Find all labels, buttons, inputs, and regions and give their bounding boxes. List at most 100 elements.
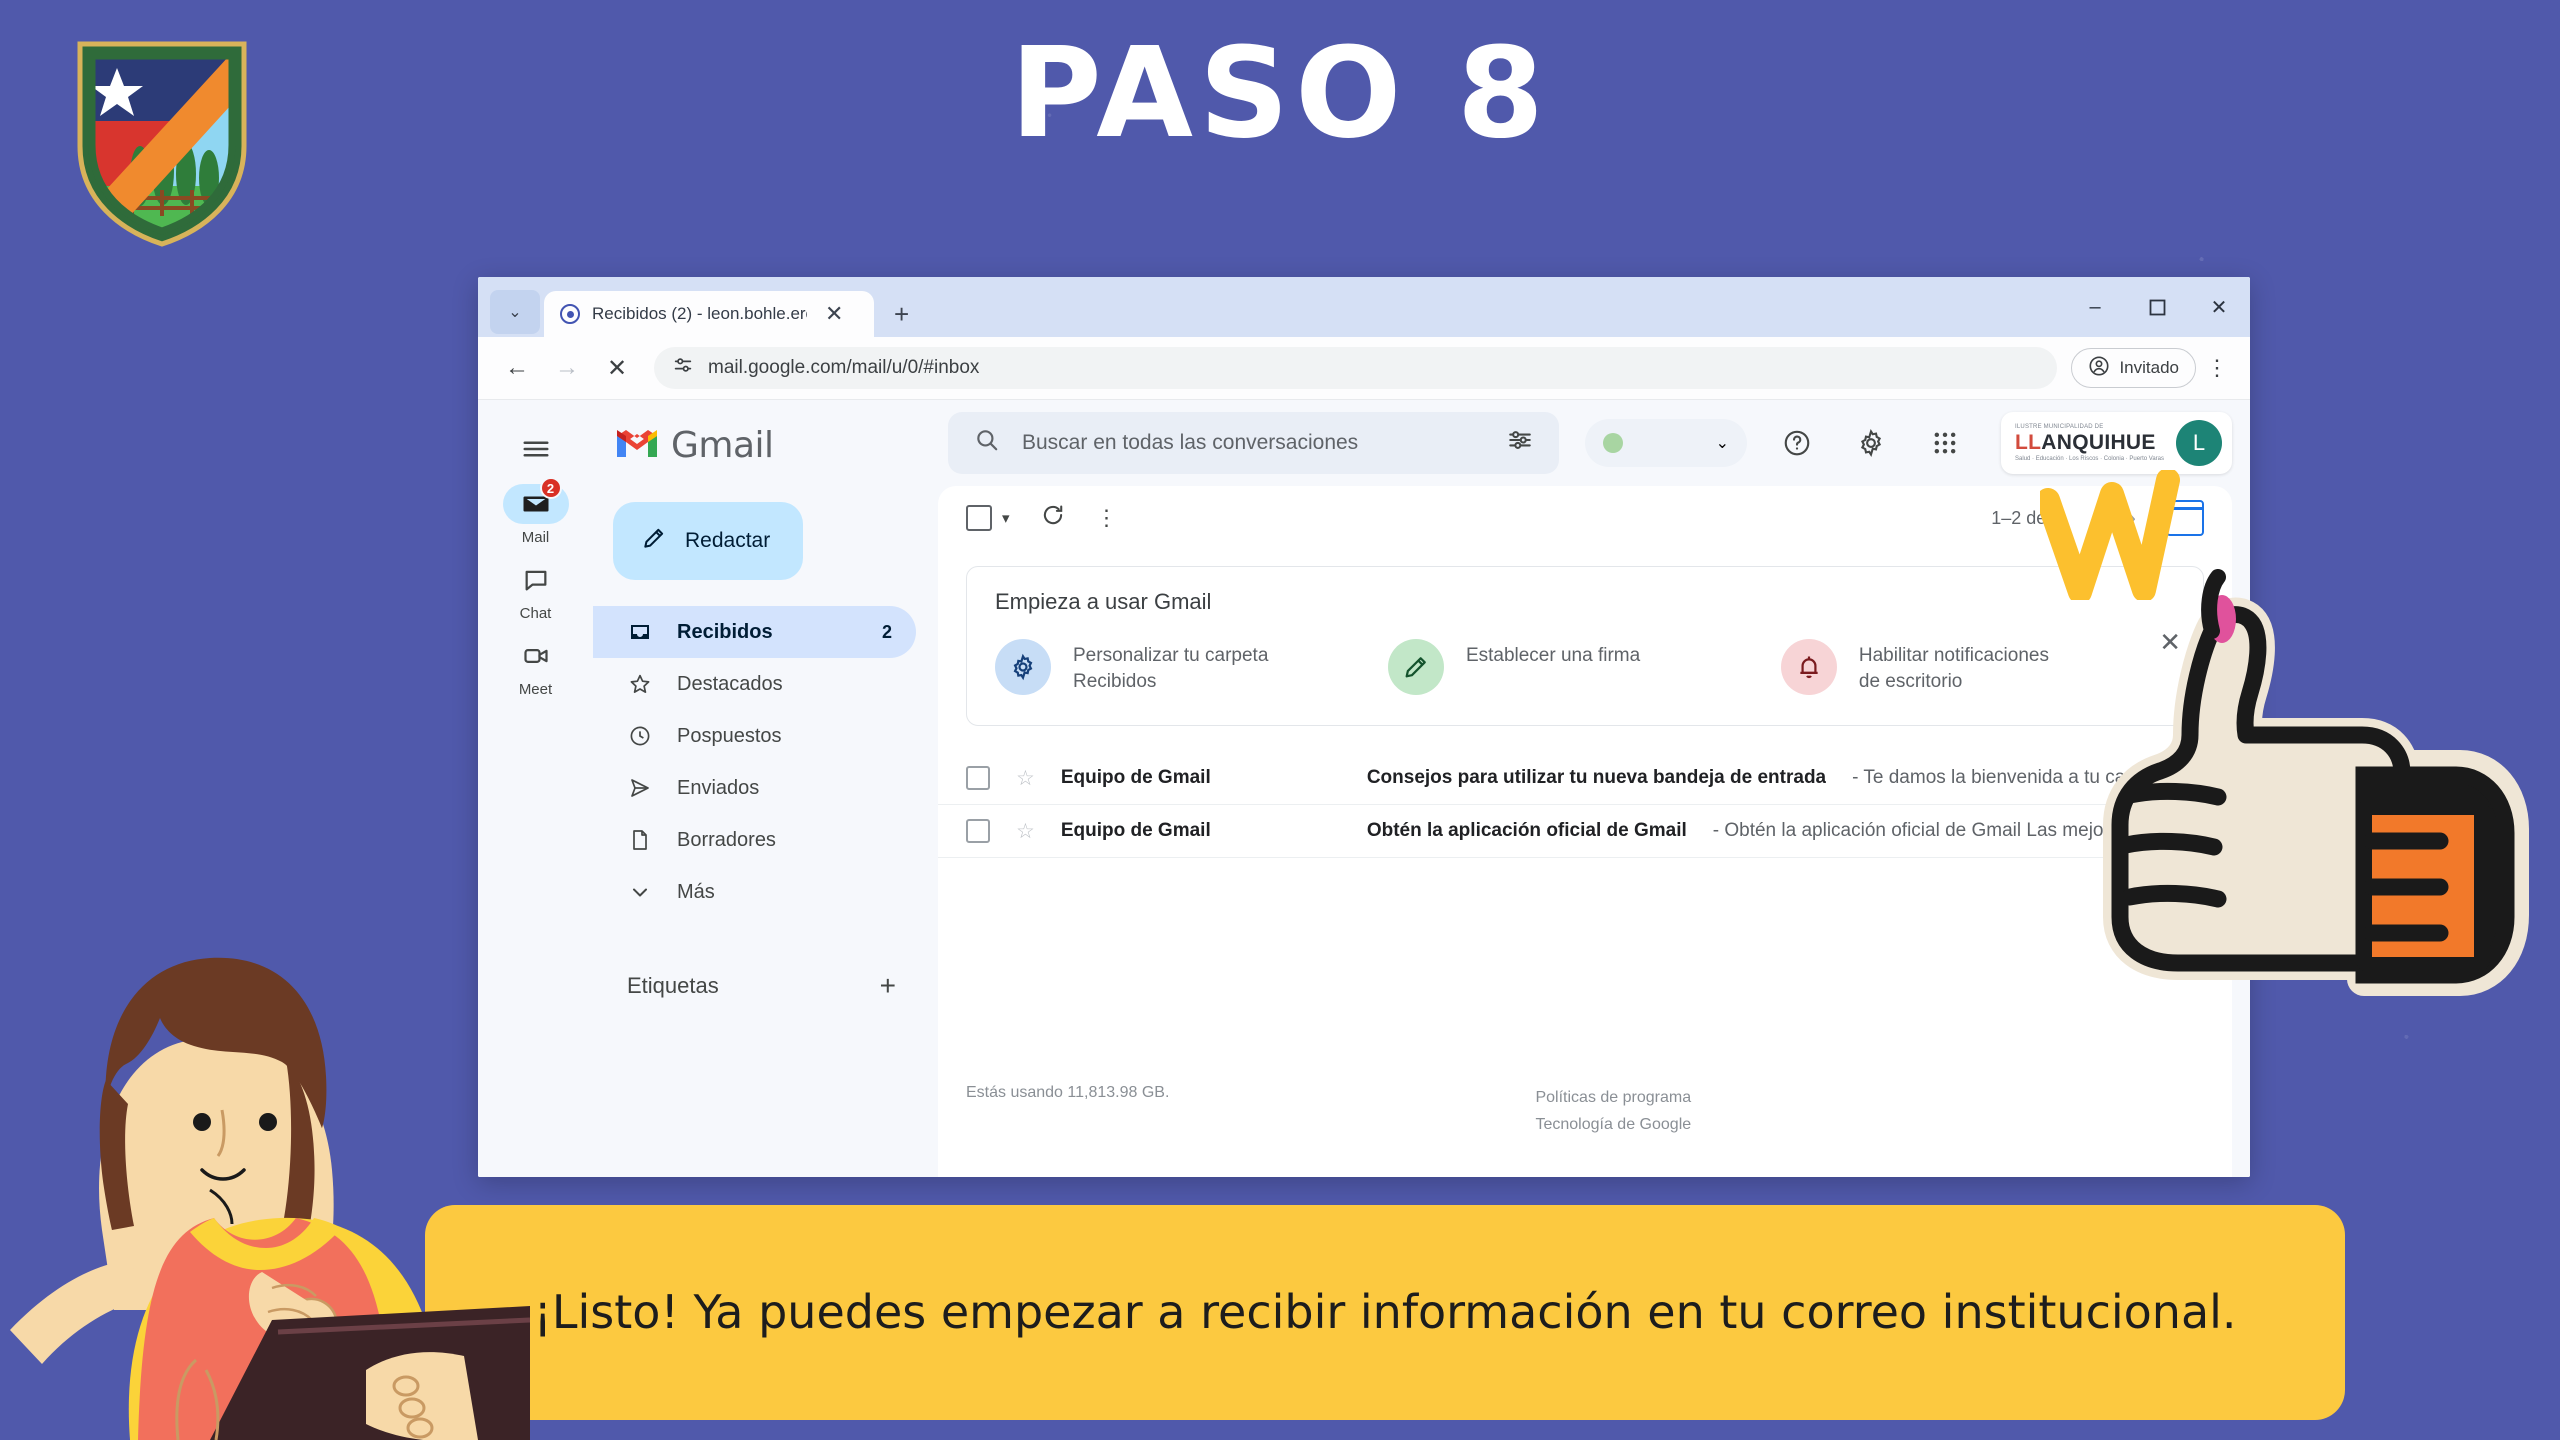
search-input[interactable]: Buscar en todas las conversaciones [948, 412, 1560, 474]
three-dot-menu-icon[interactable]: ⋮ [2200, 355, 2234, 381]
close-tab-icon[interactable]: ✕ [819, 303, 849, 325]
address-bar-url: mail.google.com/mail/u/0/#inbox [708, 357, 980, 378]
guest-profile-button[interactable]: Invitado [2071, 348, 2196, 388]
rail-item-chat[interactable]: Chat [478, 560, 593, 622]
sidebar-label-enviados: Enviados [677, 776, 760, 799]
sidebar-item-mas[interactable]: Más [593, 866, 916, 918]
refresh-icon[interactable] [1040, 502, 1066, 534]
chevron-down-icon [627, 880, 653, 904]
back-button[interactable]: ← [494, 345, 540, 391]
gmail-brand-label: Gmail [671, 424, 774, 466]
pencil-compose-icon [641, 525, 667, 557]
status-chevron-icon[interactable]: ⌄ [1716, 433, 1729, 453]
account-chip[interactable]: ILUSTRE MUNICIPALIDAD DE LLANQUIHUE Salu… [2001, 412, 2232, 474]
sidebar-item-recibidos[interactable]: Recibidos 2 [593, 606, 916, 658]
browser-tab[interactable]: Recibidos (2) - leon.bohle.erc@ ✕ [544, 291, 874, 337]
avatar[interactable]: L [2176, 420, 2222, 466]
organization-logo: ILUSTRE MUNICIPALIDAD DE LLANQUIHUE Salu… [2015, 424, 2164, 462]
minimize-window-button[interactable]: – [2064, 277, 2126, 337]
gear-icon [995, 639, 1051, 695]
sidebar-label-destacados: Destacados [677, 672, 783, 695]
forward-button[interactable]: → [544, 345, 590, 391]
onboarding-item-signature[interactable]: Establecer una firma [1387, 639, 1781, 695]
org-name-prefix: LL [2015, 431, 2042, 454]
gmail-brand: Gmail [593, 410, 938, 480]
list-toolbar: ▾ ⋮ 1–2 de 2 ‹ › [938, 486, 2232, 550]
caption-banner: ¡Listo! Ya puedes empezar a recibir info… [425, 1205, 2345, 1420]
program-policies-link[interactable]: Políticas de programa [1535, 1084, 1691, 1111]
browser-window: ⌄ Recibidos (2) - leon.bohle.erc@ ✕ + – … [478, 277, 2250, 1177]
gmail-sidebar: Gmail Redactar Recibidos 2 Destacados Po… [593, 400, 938, 1177]
star-outline-icon[interactable]: ☆ [1016, 766, 1035, 791]
school-crest-icon [62, 26, 262, 251]
draft-document-icon [627, 828, 653, 852]
gmail-app: 2 Mail Chat Meet Gmail Redactar Recibido… [478, 400, 2250, 1177]
sidebar-count-recibidos: 2 [881, 621, 892, 642]
tab-title: Recibidos (2) - leon.bohle.erc@ [592, 304, 807, 323]
gmail-logo-icon [615, 426, 659, 465]
sidebar-item-enviados[interactable]: Enviados [593, 762, 916, 814]
org-name: LLANQUIHUE [2015, 432, 2164, 453]
browser-tab-strip: ⌄ Recibidos (2) - leon.bohle.erc@ ✕ + – … [478, 277, 2250, 337]
message-sender: Equipo de Gmail [1060, 820, 1211, 841]
folder-list: Recibidos 2 Destacados Pospuestos Enviad… [593, 606, 938, 918]
send-icon [627, 776, 653, 800]
message-subject: Consejos para utilizar tu nueva bandeja … [1366, 767, 1827, 788]
sidebar-item-destacados[interactable]: Destacados [593, 658, 916, 710]
search-icon [974, 427, 1000, 459]
compose-label: Redactar [685, 529, 771, 552]
slide-canvas: PASO 8 ⌄ Recibidos (2) - leon.bohle.erc@… [0, 0, 2560, 1440]
storage-usage: Estás usando 11,813.98 GB. [966, 1083, 1170, 1101]
select-all-checkbox[interactable] [966, 505, 992, 531]
compose-button[interactable]: Redactar [613, 502, 803, 580]
new-tab-button[interactable]: + [888, 301, 915, 327]
onboarding-items: Personalizar tu carpeta Recibidos Establ… [995, 639, 2175, 695]
bell-icon [1780, 639, 1837, 695]
sidebar-label-borradores: Borradores [677, 828, 776, 851]
rail-item-meet[interactable]: Meet [478, 636, 593, 698]
rail-item-mail[interactable]: 2 Mail [478, 477, 593, 546]
add-label-button[interactable]: + [880, 970, 896, 1002]
onboarding-label-signature: Establecer una firma [1465, 645, 1641, 666]
address-bar[interactable]: mail.google.com/mail/u/0/#inbox [654, 347, 2058, 389]
page-title: PASO 8 [1010, 21, 1550, 166]
labels-section: Etiquetas + [593, 970, 938, 1002]
search-options-icon[interactable] [1507, 427, 1533, 459]
star-outline-icon[interactable]: ☆ [1016, 819, 1035, 844]
row-checkbox[interactable] [966, 766, 990, 790]
sidebar-item-borradores[interactable]: Borradores [593, 814, 916, 866]
tune-site-settings-icon[interactable] [672, 354, 694, 382]
inbox-icon [627, 620, 653, 644]
google-apps-grid-icon[interactable] [1921, 419, 1969, 467]
labels-title: Etiquetas [627, 973, 719, 998]
search-placeholder: Buscar en todas las conversaciones [1022, 431, 1359, 454]
status-indicator[interactable]: ⌄ [1585, 419, 1748, 467]
stop-loading-button[interactable]: ✕ [594, 345, 640, 391]
close-window-button[interactable]: ✕ [2188, 277, 2250, 337]
browser-omnibar: ← → ✕ mail.google.com/mail/u/0/#inbox In… [478, 337, 2250, 400]
thumbs-up-icon [2000, 545, 2560, 1065]
gmail-topbar: Buscar en todas las conversaciones ⌄ ILU… [938, 400, 2232, 486]
status-dot-icon [1603, 433, 1624, 453]
caption-text: ¡Listo! Ya puedes empezar a recibir info… [533, 1285, 2237, 1340]
rail-label-chat: Chat [519, 605, 552, 622]
more-options-icon[interactable]: ⋮ [1096, 505, 1118, 531]
tab-search-dropdown-icon[interactable]: ⌄ [490, 290, 540, 334]
onboarding-item-personalize[interactable]: Personalizar tu carpeta Recibidos [995, 639, 1388, 695]
sidebar-item-pospuestos[interactable]: Pospuestos [593, 710, 916, 762]
maximize-window-button[interactable] [2126, 277, 2188, 337]
footer-links: Políticas de programa Tecnología de Goog… [1535, 1084, 1691, 1138]
window-controls: – ✕ [2064, 277, 2250, 337]
star-icon [627, 672, 653, 696]
pen-icon [1387, 639, 1444, 695]
select-all-caret[interactable]: ▾ [1002, 509, 1010, 527]
main-menu-icon[interactable] [478, 414, 593, 484]
help-icon[interactable] [1773, 419, 1821, 467]
org-top-line: ILUSTRE MUNICIPALIDAD DE [2015, 424, 2104, 430]
guest-avatar-icon [2088, 355, 2110, 382]
settings-gear-icon[interactable] [1847, 419, 1895, 467]
row-checkbox[interactable] [966, 819, 990, 843]
message-sender: Equipo de Gmail [1060, 767, 1211, 788]
rail-label-mail: Mail [521, 529, 550, 546]
onboarding-title: Empieza a usar Gmail [995, 589, 1212, 614]
